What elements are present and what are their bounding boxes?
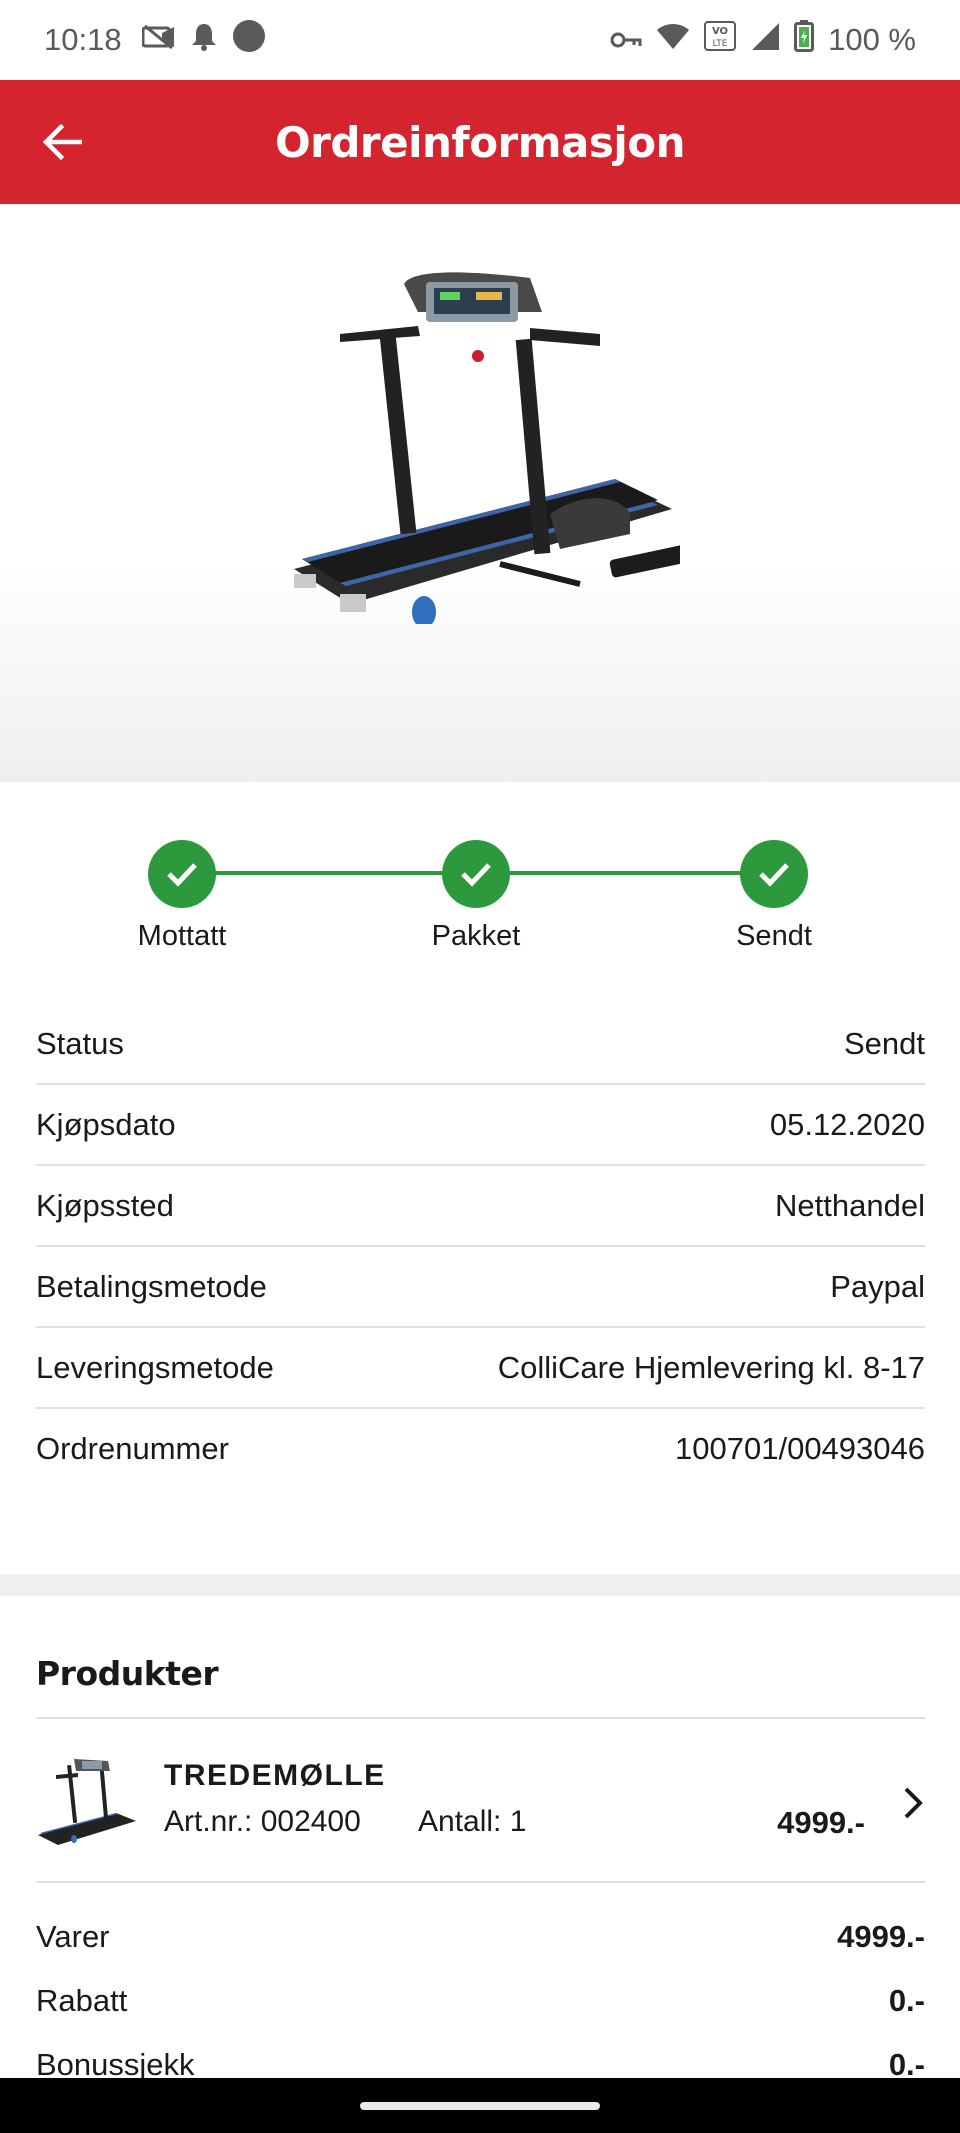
info-value: Paypal bbox=[830, 1269, 925, 1304]
order-progress: Mottatt Pakket Sendt bbox=[0, 782, 960, 982]
info-row-order-number: Ordrenummer 100701/00493046 bbox=[36, 1409, 925, 1488]
status-right-icons: VO LTE 100 % bbox=[610, 20, 916, 60]
status-time: 10:18 bbox=[44, 22, 122, 57]
product-name: TREDEMØLLE bbox=[164, 1759, 386, 1792]
check-icon bbox=[148, 840, 216, 908]
vpn-key-icon bbox=[610, 22, 642, 58]
info-value: 100701/00493046 bbox=[675, 1431, 925, 1466]
product-artnr: Art.nr.: 002400 bbox=[164, 1805, 361, 1838]
total-value: 4999.- bbox=[837, 1919, 925, 1954]
info-row-delivery-method: Leveringsmetode ColliCare Hjemlevering k… bbox=[36, 1328, 925, 1409]
step-label: Mottatt bbox=[137, 920, 227, 952]
wifi-icon bbox=[656, 22, 690, 58]
check-icon bbox=[740, 840, 808, 908]
back-button[interactable] bbox=[34, 114, 90, 170]
treadmill-product-image bbox=[294, 272, 680, 624]
info-value: Sendt bbox=[843, 1026, 925, 1061]
dot-icon bbox=[232, 19, 266, 61]
home-gesture-handle[interactable] bbox=[360, 2102, 600, 2110]
product-hero bbox=[0, 204, 960, 782]
info-label: Betalingsmetode bbox=[36, 1269, 267, 1304]
notification-bell-icon bbox=[190, 21, 218, 59]
total-row-discount: Rabatt 0.- bbox=[36, 1983, 925, 2047]
product-price: 4999.- bbox=[777, 1805, 865, 1840]
screen-record-icon bbox=[141, 22, 176, 58]
chevron-right-icon bbox=[904, 1787, 923, 1819]
total-row-items: Varer 4999.- bbox=[36, 1919, 925, 1983]
arrow-back-icon bbox=[42, 124, 82, 160]
step-mottatt: Mottatt bbox=[82, 840, 282, 953]
info-row-purchase-date: Kjøpsdato 05.12.2020 bbox=[36, 1085, 925, 1166]
info-value: 05.12.2020 bbox=[769, 1107, 925, 1142]
info-label: Status bbox=[36, 1026, 124, 1061]
info-label: Kjøpssted bbox=[36, 1188, 174, 1223]
signal-icon bbox=[750, 21, 780, 59]
info-value: Netthandel bbox=[775, 1188, 925, 1223]
info-value: ColliCare Hjemlevering kl. 8-17 bbox=[497, 1350, 925, 1385]
product-item[interactable]: TREDEMØLLE Art.nr.: 002400 Antall: 1 499… bbox=[36, 1719, 925, 1883]
info-row-purchase-place: Kjøpssted Netthandel bbox=[36, 1166, 925, 1247]
app-bar: Ordreinformasjon bbox=[0, 80, 960, 204]
step-label: Sendt bbox=[736, 920, 812, 952]
page-title: Ordreinformasjon bbox=[274, 117, 686, 167]
info-label: Ordrenummer bbox=[36, 1431, 229, 1466]
products-section: Produkter TREDEMØLLE Art.nr.: 002400 Ant… bbox=[36, 1596, 925, 2111]
step-sendt: Sendt bbox=[674, 840, 874, 953]
battery-icon bbox=[794, 20, 815, 60]
total-label: Rabatt bbox=[36, 1983, 128, 2018]
volte-icon: VO LTE bbox=[704, 21, 737, 59]
total-label: Varer bbox=[36, 1919, 110, 1954]
svg-text:VO: VO bbox=[712, 26, 728, 37]
treadmill-thumbnail bbox=[38, 1759, 136, 1845]
info-row-status: Status Sendt bbox=[36, 1004, 925, 1085]
product-quantity: Antall: 1 bbox=[418, 1805, 527, 1838]
info-row-payment-method: Betalingsmetode Paypal bbox=[36, 1247, 925, 1328]
check-icon bbox=[442, 840, 510, 908]
products-heading: Produkter bbox=[36, 1596, 925, 1719]
system-nav-bar bbox=[0, 2078, 960, 2133]
battery-percent: 100 % bbox=[828, 22, 916, 57]
status-bar: 10:18 VO LTE 100 % bbox=[0, 0, 960, 80]
svg-text:LTE: LTE bbox=[713, 39, 728, 49]
info-label: Kjøpsdato bbox=[36, 1107, 176, 1142]
step-pakket: Pakket bbox=[376, 840, 576, 953]
step-label: Pakket bbox=[431, 920, 521, 952]
section-divider bbox=[0, 1574, 960, 1596]
order-info: Status Sendt Kjøpsdato 05.12.2020 Kjøpss… bbox=[36, 1004, 925, 1488]
info-label: Leveringsmetode bbox=[36, 1350, 274, 1385]
total-value: 0.- bbox=[888, 1983, 925, 2018]
